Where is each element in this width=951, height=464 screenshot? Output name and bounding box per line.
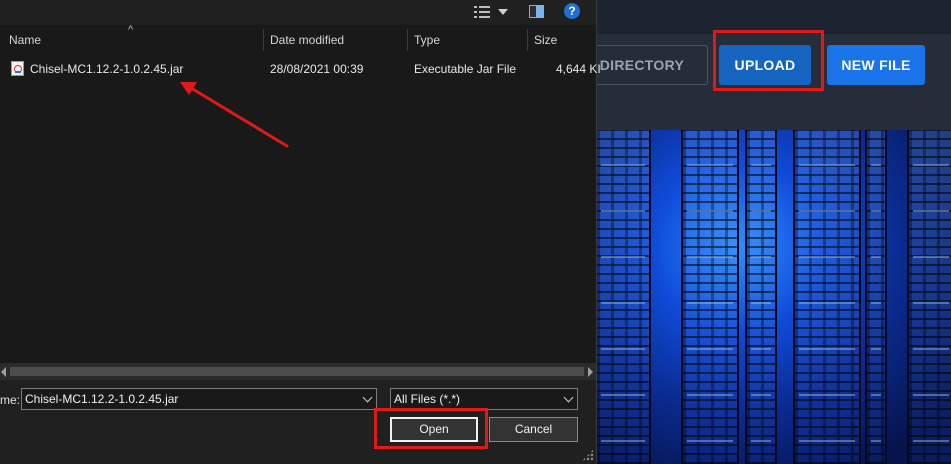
preview-pane-icon[interactable] [529, 5, 544, 18]
file-type-filter[interactable]: All Files (*.*) [390, 388, 578, 410]
file-name: Chisel-MC1.12.2-1.0.2.45.jar [30, 62, 184, 76]
new-file-button[interactable]: NEW FILE [827, 45, 925, 85]
file-name-combobox[interactable]: Chisel-MC1.12.2-1.0.2.45.jar [21, 388, 377, 410]
file-name-label: me: [0, 393, 21, 407]
file-row[interactable]: Chisel-MC1.12.2-1.0.2.45.jar 28/08/2021 … [0, 58, 601, 80]
open-file-dialog: ? ^ Name Date modified Type Size Chisel-… [0, 0, 601, 464]
view-options-icon[interactable] [474, 5, 490, 19]
file-list-header: ^ Name Date modified Type Size [0, 24, 596, 53]
horizontal-scrollbar[interactable] [0, 363, 596, 380]
scroll-left-icon[interactable] [1, 367, 6, 377]
file-name-value[interactable]: Chisel-MC1.12.2-1.0.2.45.jar [25, 392, 178, 406]
column-name[interactable]: Name [3, 27, 263, 53]
column-type[interactable]: Type [408, 27, 527, 53]
column-size[interactable]: Size [528, 27, 596, 53]
chevron-down-icon[interactable] [563, 392, 574, 403]
cancel-button[interactable]: Cancel [489, 417, 578, 442]
file-type: Executable Jar File [414, 62, 517, 76]
help-icon[interactable]: ? [564, 3, 580, 19]
dialog-command-bar: ? [0, 0, 596, 25]
column-date-modified[interactable]: Date modified [264, 27, 408, 53]
server-room-background-image [595, 130, 951, 464]
file-date: 28/08/2021 00:39 [270, 62, 364, 76]
file-size: 4,644 KI [556, 62, 601, 76]
view-dropdown-icon[interactable] [498, 9, 508, 15]
scroll-right-icon[interactable] [588, 367, 593, 377]
jar-file-icon [11, 61, 24, 76]
web-top-bar [595, 0, 951, 34]
scrollbar-thumb[interactable] [10, 367, 584, 376]
open-button[interactable]: Open [390, 417, 478, 442]
file-type-filter-value[interactable]: All Files (*.*) [394, 392, 460, 406]
chevron-down-icon[interactable] [362, 392, 373, 403]
upload-button[interactable]: UPLOAD [719, 45, 811, 85]
